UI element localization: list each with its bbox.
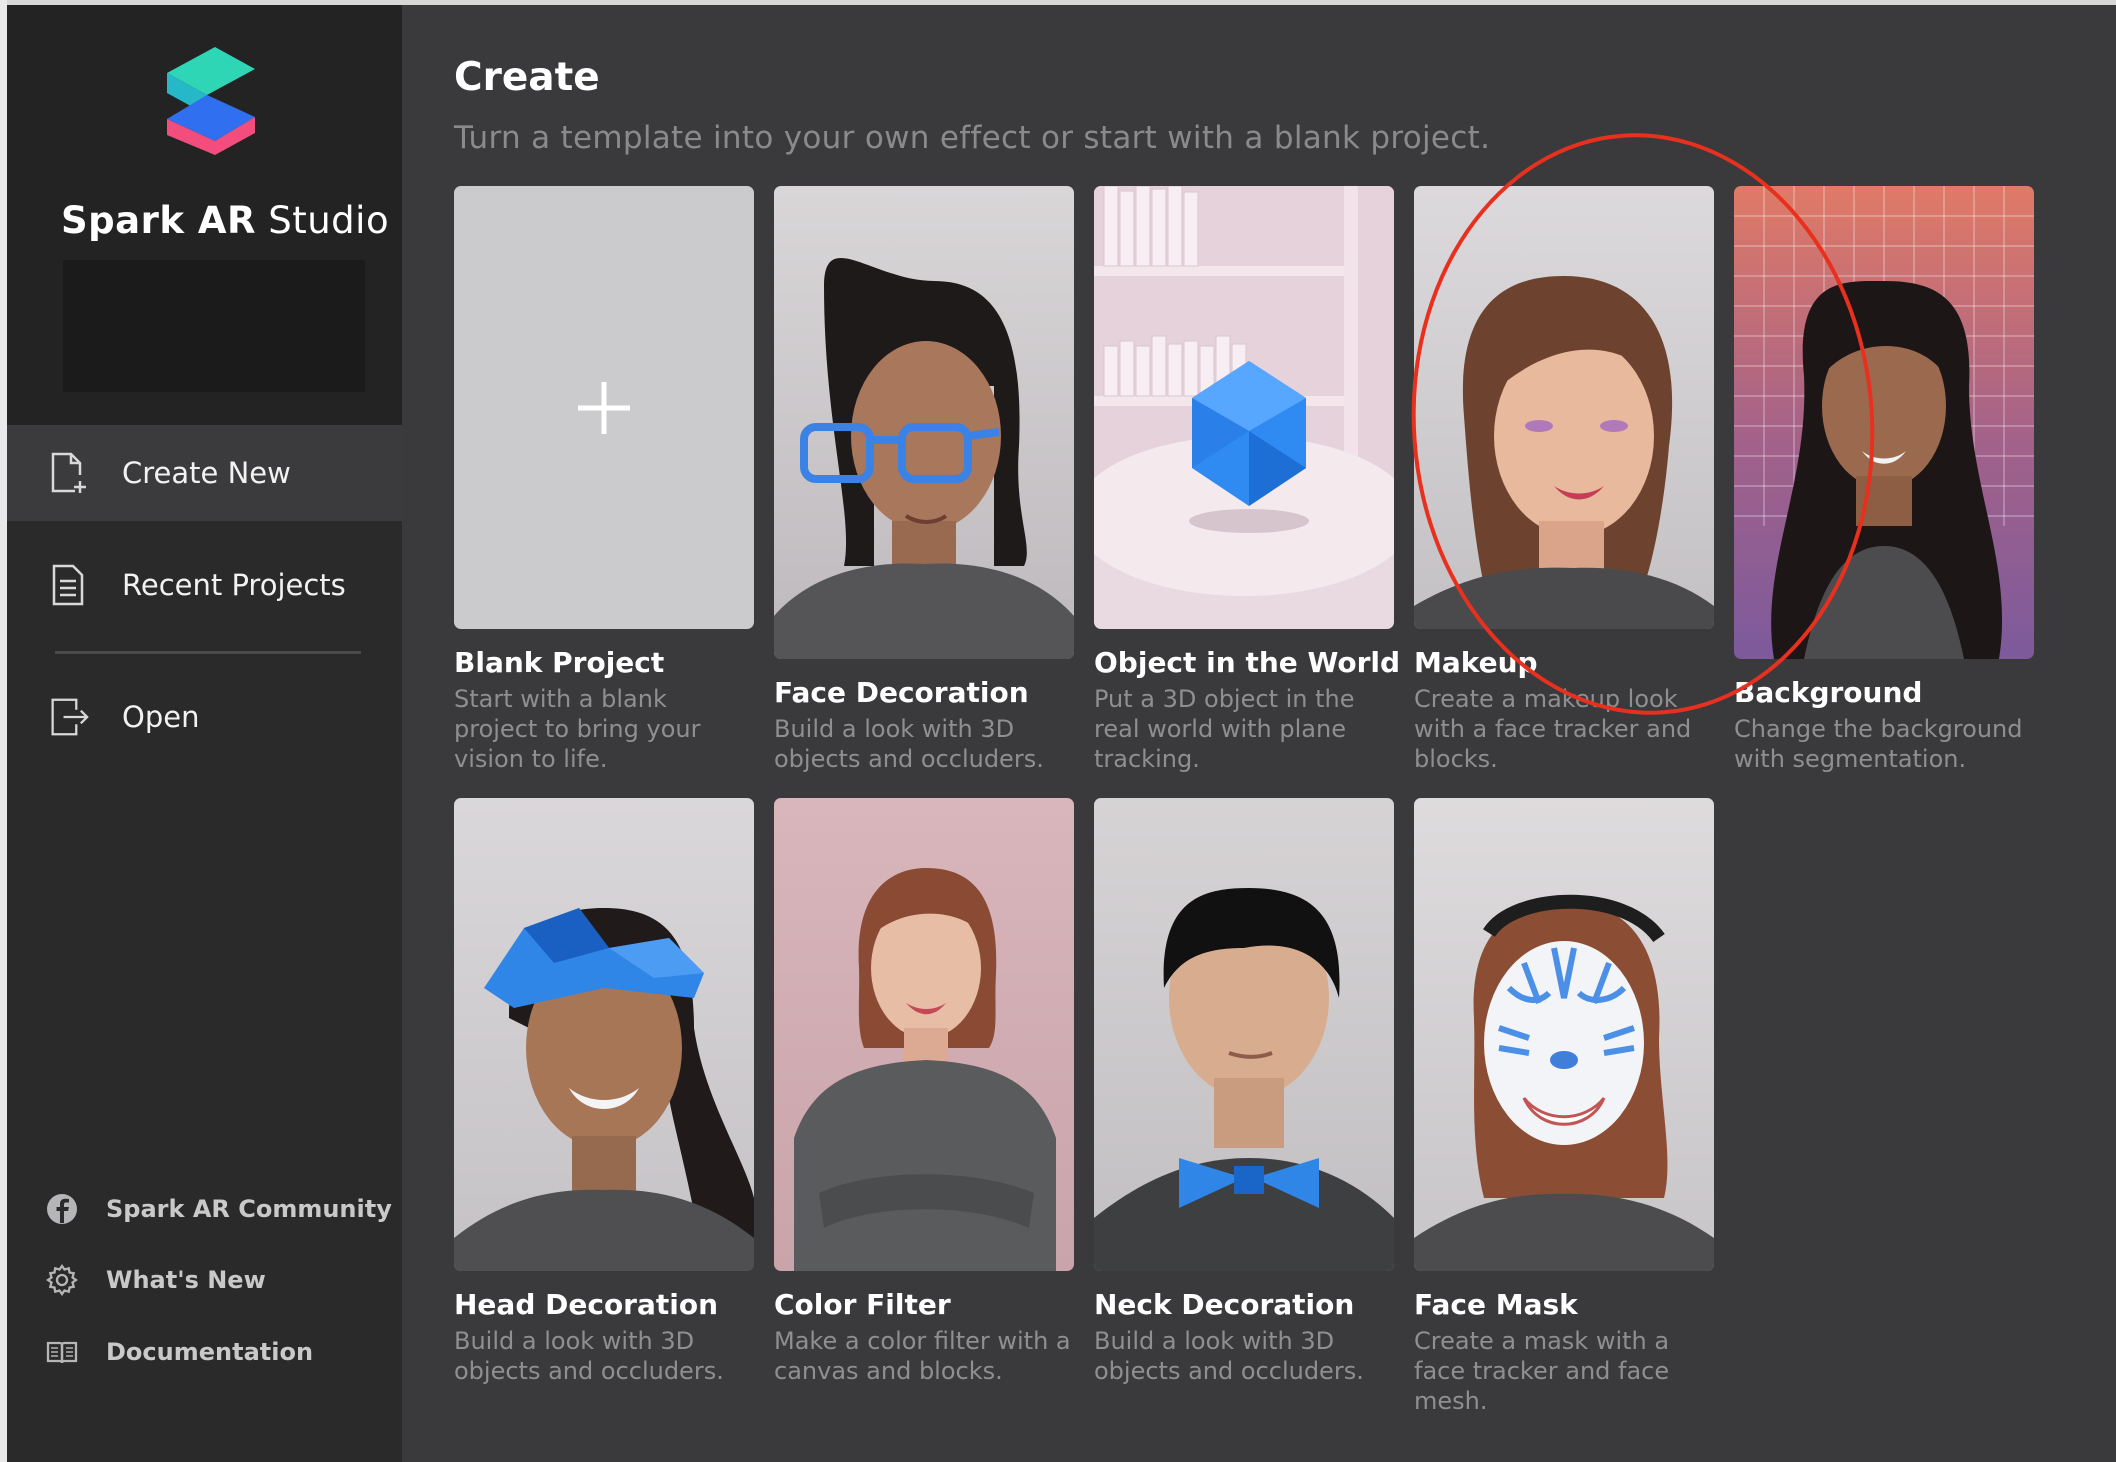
template-description: Make a color filter with a canvas and bl… [774, 1327, 1071, 1385]
footer-whats-new-label: What's New [106, 1266, 266, 1294]
template-title: Object in the World [1094, 646, 1401, 679]
object-in-world-preview-icon [1094, 186, 1394, 596]
plus-icon [578, 382, 630, 434]
template-thumbnail [1094, 798, 1394, 1271]
account-box [63, 260, 365, 392]
template-thumbnail [454, 186, 754, 629]
template-description: Start with a blank project to bring your… [454, 685, 701, 773]
template-description: Put a 3D object in the real world with p… [1094, 685, 1355, 773]
template-title: Blank Project [454, 646, 665, 679]
template-thumbnail [1414, 186, 1714, 629]
sidebar: Spark AR Studio Create New Recent Projec… [7, 5, 402, 1462]
footer-spark-ar-community-label: Spark AR Community [106, 1195, 392, 1223]
neck-decoration-preview-icon [1094, 888, 1394, 1271]
nav-recent-projects[interactable]: Recent Projects [7, 537, 402, 633]
template-thumbnail [774, 186, 1074, 659]
template-title: Head Decoration [454, 1288, 719, 1321]
template-thumbnail [1094, 186, 1394, 629]
face-mask-preview-icon [1414, 894, 1714, 1271]
nav-recent-projects-label: Recent Projects [122, 568, 346, 602]
document-icon [52, 564, 84, 606]
template-thumbnail [454, 798, 754, 1271]
template-title: Color Filter [774, 1288, 951, 1321]
template-title: Makeup [1414, 646, 1538, 679]
page-subtitle: Turn a template into your own effect or … [454, 120, 1491, 156]
template-description: Build a look with 3D objects and occlude… [454, 1327, 724, 1385]
template-description: Build a look with 3D objects and occlude… [774, 715, 1044, 773]
footer-documentation-label: Documentation [106, 1338, 314, 1366]
book-icon [46, 1341, 78, 1364]
nav-create-new[interactable]: Create New [7, 425, 402, 521]
template-thumbnail [1734, 186, 2034, 659]
open-file-icon [51, 698, 89, 736]
head-decoration-preview-icon [454, 908, 754, 1271]
new-file-icon [51, 452, 86, 493]
template-description: Create a mask with a face tracker and fa… [1414, 1327, 1670, 1415]
template-thumbnail [774, 798, 1074, 1271]
main-panel: Create Turn a template into your own eff… [402, 5, 2116, 1462]
background-preview-icon [1734, 186, 2034, 659]
template-title: Neck Decoration [1094, 1288, 1355, 1321]
gear-icon [46, 1264, 78, 1296]
app-name: Spark AR Studio [61, 199, 390, 242]
face-decoration-preview-icon [774, 257, 1074, 659]
color-filter-preview-icon [794, 868, 1056, 1271]
nav-open-label: Open [122, 700, 200, 734]
template-description: Change the background with segmentation. [1734, 715, 2023, 773]
facebook-icon [47, 1194, 77, 1224]
footer-spark-ar-community[interactable]: Spark AR Community [7, 1184, 402, 1234]
template-title: Face Mask [1414, 1288, 1578, 1321]
brand-area: Spark AR Studio [7, 5, 402, 425]
footer-documentation[interactable]: Documentation [7, 1327, 402, 1377]
template-thumbnail [1414, 798, 1714, 1271]
template-description: Create a makeup look with a face tracker… [1414, 685, 1692, 773]
nav-divider [55, 651, 361, 654]
spark-ar-logo-icon [167, 47, 255, 155]
makeup-preview-icon [1414, 276, 1714, 629]
page-title: Create [454, 55, 600, 100]
template-description: Build a look with 3D objects and occlude… [1094, 1327, 1364, 1385]
template-title: Face Decoration [774, 676, 1029, 709]
template-title: Background [1734, 676, 1923, 709]
nav-create-new-label: Create New [122, 456, 291, 490]
footer-whats-new[interactable]: What's New [7, 1255, 402, 1305]
nav-open[interactable]: Open [7, 669, 402, 765]
window-left-edge [0, 0, 7, 1462]
